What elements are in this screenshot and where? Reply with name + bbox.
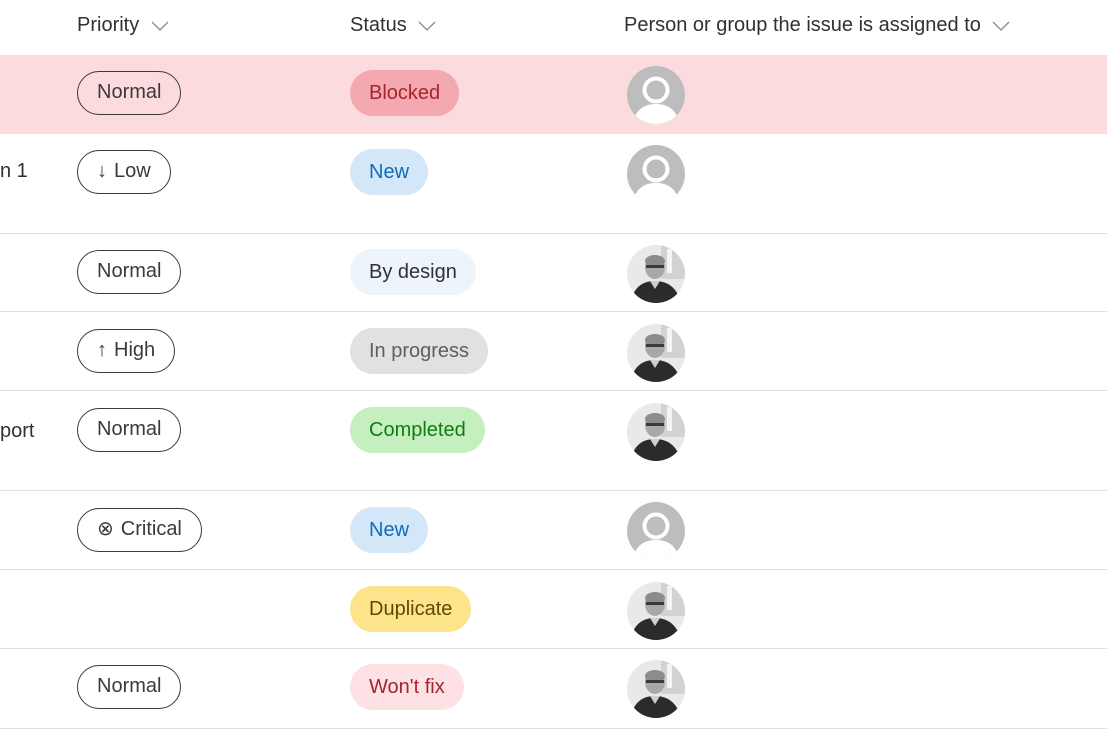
list-row[interactable]: ↑ High In progress [0, 312, 1107, 391]
list-row[interactable]: port Normal Completed [0, 391, 1107, 491]
issue-list: Priority Status Person or group the issu… [0, 0, 1107, 737]
status-badge: Completed [350, 407, 485, 453]
avatar-placeholder[interactable] [627, 66, 685, 124]
priority-label: Normal [97, 675, 162, 697]
priority-pill: Normal [77, 250, 182, 294]
status-badge: In progress [350, 328, 489, 374]
priority-pill: ↑ High [77, 329, 176, 373]
priority-label: High [114, 339, 156, 361]
list-header: Priority Status Person or group the issu… [0, 0, 1107, 55]
priority-label: Normal [97, 260, 162, 282]
avatar-placeholder[interactable] [627, 502, 685, 560]
issue-title-fragment[interactable]: port [0, 420, 34, 443]
column-header-status-label: Status [350, 14, 407, 36]
status-badge: New [350, 507, 429, 553]
list-row[interactable]: ⊗ Critical New [0, 491, 1107, 570]
priority-label: Normal [97, 418, 162, 440]
status-badge: Duplicate [350, 586, 472, 632]
avatar-photo[interactable] [627, 582, 685, 640]
avatar-photo[interactable] [627, 324, 685, 382]
priority-pill: ↓ Low [77, 150, 171, 194]
circle-x-icon: ⊗ [97, 518, 114, 540]
status-badge: Blocked [350, 70, 460, 116]
column-header-priority[interactable]: Priority [77, 14, 169, 37]
priority-label: Low [114, 160, 151, 182]
priority-pill: Normal [77, 665, 182, 709]
list-row[interactable]: Normal Won't fix [0, 649, 1107, 729]
priority-label: Critical [120, 518, 182, 540]
column-header-priority-label: Priority [77, 14, 140, 36]
arrow-down-icon: ↓ [97, 160, 107, 182]
issue-title-fragment[interactable]: n 1 [0, 160, 28, 183]
status-badge: By design [350, 249, 476, 295]
column-header-assigned-label: Person or group the issue is assigned to [624, 14, 981, 36]
list-row[interactable]: n 1 ↓ Low New [0, 134, 1107, 234]
list-row[interactable]: Normal Blocked [0, 55, 1107, 134]
status-badge: Won't fix [350, 664, 464, 710]
avatar-photo[interactable] [627, 403, 685, 461]
avatar-photo[interactable] [627, 245, 685, 303]
column-header-status[interactable]: Status [350, 14, 436, 37]
chevron-down-icon [151, 14, 169, 37]
arrow-up-icon: ↑ [97, 339, 107, 361]
chevron-down-icon [418, 14, 436, 37]
list-row[interactable]: Normal By design [0, 234, 1107, 312]
column-header-assigned[interactable]: Person or group the issue is assigned to [624, 14, 1010, 37]
priority-pill: Normal [77, 71, 182, 115]
status-badge: New [350, 149, 429, 195]
chevron-down-icon [992, 14, 1010, 37]
priority-pill: Normal [77, 408, 182, 452]
priority-label: Normal [97, 81, 162, 103]
avatar-photo[interactable] [627, 660, 685, 718]
priority-pill: ⊗ Critical [77, 508, 202, 552]
avatar-placeholder[interactable] [627, 145, 685, 203]
list-row[interactable]: Duplicate [0, 570, 1107, 649]
